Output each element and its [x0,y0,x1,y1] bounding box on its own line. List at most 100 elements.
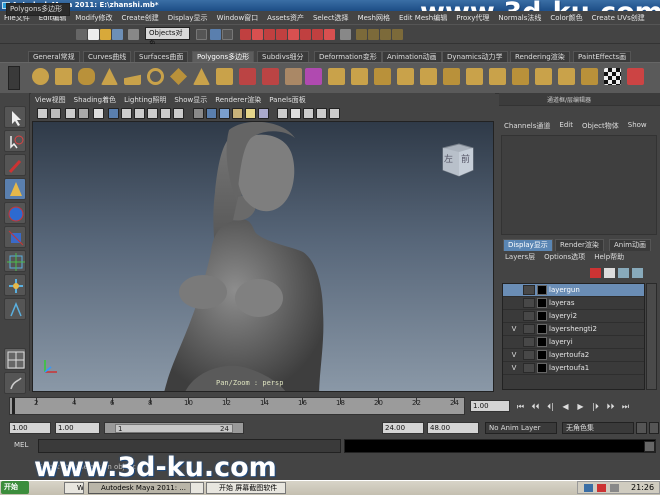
poly-sphere-icon[interactable] [32,68,49,85]
view-cube[interactable]: 左 前 [439,140,477,178]
play-forwards-icon[interactable]: ▶ [575,401,586,412]
menu-proxy[interactable]: Proxy代理 [456,13,489,23]
object-mode-icon[interactable] [210,29,221,40]
go-to-start-icon[interactable]: ⏮ [515,401,526,412]
layout-single-icon[interactable] [4,348,26,370]
merge-icon[interactable] [466,68,483,85]
select-render-icon[interactable] [312,29,323,40]
perspective-viewport[interactable]: 左 前 Pan/Zoom : persp [32,121,494,392]
new-layer-empty-icon[interactable] [590,268,601,278]
layer-list-scrollbar[interactable] [646,283,657,390]
rotate-tool-icon[interactable] [4,202,26,224]
menu-create-uvs[interactable]: Create UVs创建 [592,13,645,23]
image-plane-icon[interactable] [78,108,89,119]
start-button[interactable]: 开始 [1,481,29,494]
paint-select-tool-icon[interactable] [4,154,26,176]
separate-icon[interactable] [262,68,279,85]
safe-action-icon[interactable] [160,108,171,119]
shelf-menu-icon[interactable] [8,66,20,90]
select-deformer-icon[interactable] [288,29,299,40]
script-editor-icon[interactable] [644,441,655,452]
new-scene-icon[interactable] [88,29,99,40]
new-layer-selected-icon[interactable] [604,268,615,278]
snap-curve-icon[interactable] [368,29,379,40]
grid-icon[interactable] [93,108,104,119]
menu-set-select[interactable]: Polygons多边形 [6,3,70,16]
network-icon[interactable] [584,484,593,492]
menu-normals[interactable]: Normals法线 [498,13,541,23]
hierarchy-mode-icon[interactable] [196,29,207,40]
layer-playback-toggle[interactable] [523,363,535,373]
cb-menu-object[interactable]: Object物体 [582,121,619,133]
poly-cube-icon[interactable] [55,68,72,85]
select-dynamic-icon[interactable] [300,29,311,40]
lasso-tool-icon[interactable] [4,130,26,152]
select-curve-icon[interactable] [264,29,275,40]
channel-box-area[interactable] [501,135,657,235]
layer-row[interactable]: layergun [503,284,644,297]
isolate-select-icon[interactable] [277,108,288,119]
soft-modification-icon[interactable] [4,274,26,296]
menu-create[interactable]: Create创建 [121,13,158,23]
gate-mask-icon[interactable] [134,108,145,119]
smooth-shade-icon[interactable] [206,108,217,119]
menu-assets[interactable]: Assets资产 [267,13,304,23]
layer-color-swatch[interactable] [537,298,547,308]
layer-menu-layers[interactable]: Layers层 [505,252,535,264]
time-slider[interactable]: 2 4 6 8 10 12 14 16 18 20 22 24 [9,397,465,415]
resolution-gate-icon[interactable] [121,108,132,119]
antivirus-icon[interactable] [597,484,606,492]
select-handle-icon[interactable] [240,29,251,40]
select-surface-icon[interactable] [276,29,287,40]
move-layer-down-icon[interactable] [632,268,643,278]
go-to-end-icon[interactable]: ⏭ [620,401,631,412]
menu-color[interactable]: Color颜色 [550,13,582,23]
layer-color-swatch[interactable] [537,337,547,347]
layer-visibility[interactable]: V [507,349,521,361]
planar-map-icon[interactable] [581,68,598,85]
scale-tool-icon[interactable] [4,226,26,248]
layer-row[interactable]: V layershengti2 [503,323,644,336]
layer-visibility[interactable] [507,297,521,309]
shadows-icon[interactable] [258,108,269,119]
layer-row[interactable]: V layertoufa1 [503,362,644,375]
vp-menu-lighting[interactable]: Lighting照明 [124,95,166,106]
component-mode-icon[interactable] [222,29,233,40]
command-input[interactable] [38,439,341,453]
textured-icon[interactable] [232,108,243,119]
wireframe-icon[interactable] [193,108,204,119]
layer-playback-toggle[interactable] [523,324,535,334]
select-tool-icon[interactable] [4,106,26,128]
vp-menu-shading[interactable]: Shading着色 [74,95,116,106]
layer-row[interactable]: layeras [503,297,644,310]
move-layer-up-icon[interactable] [618,268,629,278]
wireframe-on-shaded-icon[interactable] [219,108,230,119]
lock-selection-icon[interactable] [340,29,351,40]
menu-select[interactable]: Select选择 [313,13,349,23]
layer-color-swatch[interactable] [537,324,547,334]
layer-visibility[interactable] [507,310,521,322]
cb-menu-edit[interactable]: Edit [559,121,573,133]
anim-layer-select[interactable]: No Anim Layer [485,422,557,434]
start-time-field[interactable]: 1.00 [9,422,51,434]
show-manipulator-icon[interactable] [4,298,26,320]
xray-joints-icon[interactable] [303,108,314,119]
playback-start-field[interactable]: 1.00 [55,422,100,434]
step-back-frame-icon[interactable]: ⏴| [545,401,556,412]
layer-playback-toggle[interactable] [523,298,535,308]
cut-faces-icon[interactable] [512,68,529,85]
layer-visibility[interactable] [507,284,521,296]
step-back-key-icon[interactable]: ⏴⏴ [530,401,541,412]
vp-menu-view[interactable]: View视图 [35,95,66,106]
select-camera-icon[interactable] [37,108,48,119]
layer-row[interactable]: layeryi [503,336,644,349]
layer-visibility[interactable] [507,336,521,348]
bridge-icon[interactable] [351,68,368,85]
selection-mask-icon[interactable] [128,29,139,40]
poly-pipe-icon[interactable] [216,68,233,85]
move-tool-icon[interactable] [4,178,26,200]
character-set-select[interactable]: 无角色集 [562,422,634,434]
cb-menu-show[interactable]: Show [628,121,647,133]
film-gate-icon[interactable] [108,108,119,119]
layer-color-swatch[interactable] [537,311,547,321]
